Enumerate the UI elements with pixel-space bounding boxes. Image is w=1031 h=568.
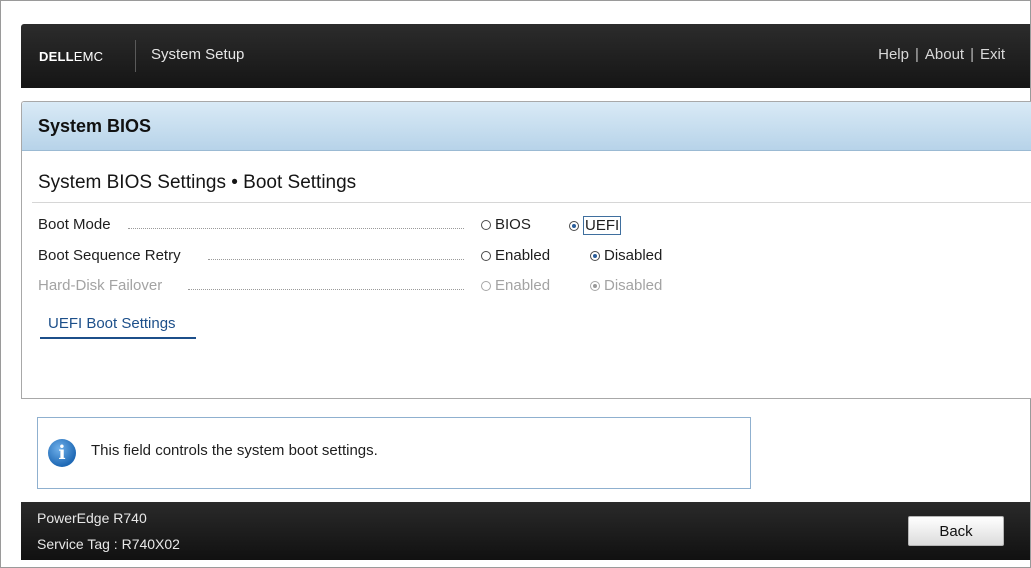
service-tag-label: Service Tag xyxy=(37,536,110,552)
link-underline xyxy=(40,337,196,339)
radio-boot-retry-enabled[interactable]: Enabled xyxy=(481,247,550,264)
help-link[interactable]: Help xyxy=(878,46,909,63)
setting-row-hard-disk-failover: Hard-Disk Failover Enabled Disabled xyxy=(38,275,1018,299)
link-separator: | xyxy=(970,46,974,63)
header-links: Help | About | Exit xyxy=(878,46,1005,63)
radio-hdd-failover-disabled: Disabled xyxy=(590,277,662,294)
breadcrumb: System BIOS Settings • Boot Settings xyxy=(38,172,357,193)
setting-label: Boot Sequence Retry xyxy=(38,247,185,264)
exit-link[interactable]: Exit xyxy=(980,46,1005,63)
service-tag-value: R740X02 xyxy=(121,536,180,552)
link-separator: | xyxy=(914,46,919,63)
radio-unselected-icon xyxy=(481,250,491,261)
radio-hdd-failover-enabled: Enabled xyxy=(481,277,550,294)
option-label: Enabled xyxy=(495,247,551,264)
back-button[interactable]: Back xyxy=(908,516,1004,546)
header-bar: DELLEMC System Setup Help | About | Exit xyxy=(21,24,1030,88)
radio-boot-retry-disabled[interactable]: Disabled xyxy=(590,247,662,264)
option-label: Disabled xyxy=(604,247,663,264)
radio-boot-mode-bios[interactable]: BIOS xyxy=(481,216,531,233)
setting-row-boot-sequence-retry: Boot Sequence Retry Enabled Disabled xyxy=(38,245,1018,269)
setting-row-boot-mode: Boot Mode BIOS UEFI xyxy=(38,214,1018,238)
panel-header: System BIOS xyxy=(22,102,1031,151)
option-label: Disabled xyxy=(604,277,663,294)
info-icon: i xyxy=(48,439,76,467)
about-link[interactable]: About xyxy=(925,46,964,63)
radio-selected-icon xyxy=(569,220,579,231)
option-label: BIOS xyxy=(495,216,531,233)
leader-dots xyxy=(208,259,464,260)
help-text: This field controls the system boot sett… xyxy=(91,442,378,459)
system-model: PowerEdge R740 xyxy=(37,510,147,526)
service-tag: Service Tag : R740X02 xyxy=(37,536,180,552)
leader-dots xyxy=(188,289,464,290)
dell-emc-logo: DELLEMC xyxy=(39,49,104,64)
radio-selected-icon xyxy=(590,250,600,261)
option-label: UEFI xyxy=(583,216,622,235)
app-title: System Setup xyxy=(151,46,245,63)
footer-bar: PowerEdge R740 Service Tag : R740X02 Bac… xyxy=(21,502,1030,560)
leader-dots xyxy=(128,228,464,229)
uefi-boot-settings-link[interactable]: UEFI Boot Settings xyxy=(48,315,176,332)
radio-unselected-icon xyxy=(481,219,491,230)
help-box: i This field controls the system boot se… xyxy=(37,417,751,489)
breadcrumb-divider xyxy=(32,202,1031,203)
radio-boot-mode-uefi[interactable]: UEFI xyxy=(569,216,622,235)
header-divider xyxy=(135,40,136,72)
panel-title: System BIOS xyxy=(38,116,152,136)
radio-unselected-icon xyxy=(481,280,491,291)
option-label: Enabled xyxy=(495,277,551,294)
radio-selected-icon xyxy=(590,280,600,291)
setting-label: Hard-Disk Failover xyxy=(38,277,167,294)
settings-panel: System BIOS System BIOS Settings • Boot … xyxy=(21,101,1031,399)
setting-label: Boot Mode xyxy=(38,216,115,233)
